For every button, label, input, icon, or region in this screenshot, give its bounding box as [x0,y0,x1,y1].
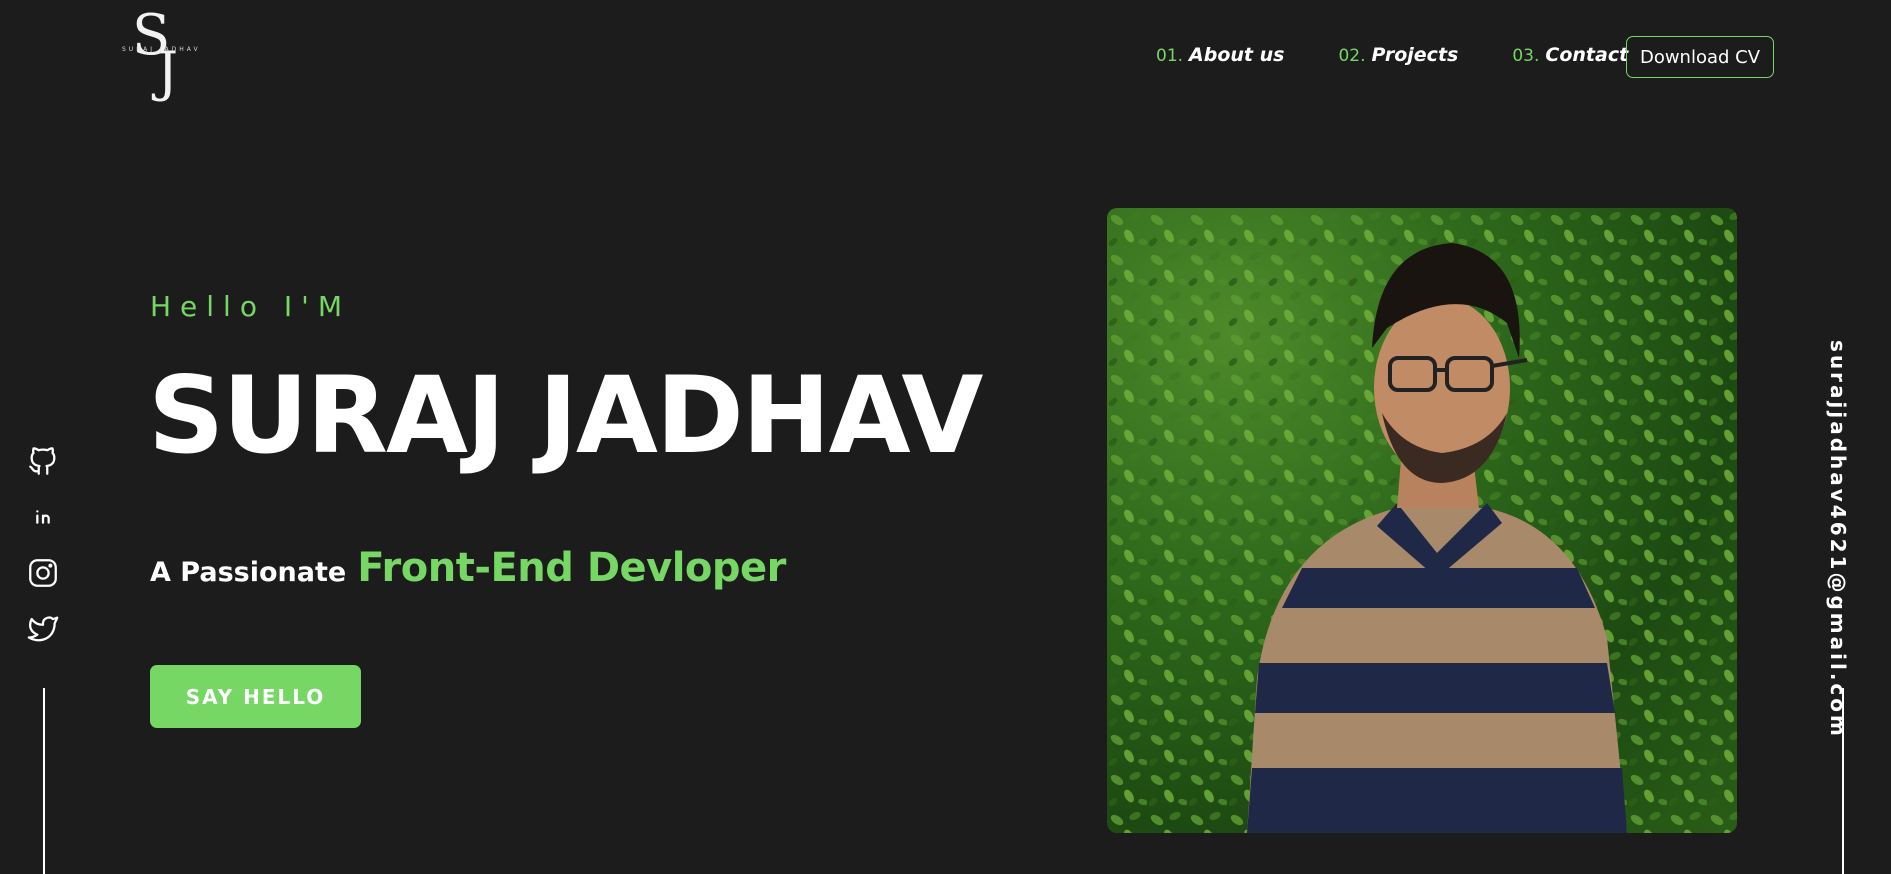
right-divider-line [1842,688,1844,874]
nav-item-number: 02. [1338,46,1366,66]
tagline-role: Front-End Devloper [357,545,786,591]
nav-item-number: 01. [1156,46,1184,66]
nav-item-about[interactable]: 01. About us [1156,44,1284,66]
nav-item-number: 03. [1512,46,1540,66]
left-divider-line [43,688,45,874]
hero-greeting: Hello I'M [150,290,351,323]
nav-item-projects[interactable]: 02. Projects [1338,44,1458,66]
twitter-icon[interactable] [26,612,60,646]
nav-item-label: About us [1189,44,1285,66]
logo-monogram: SJ [132,3,177,103]
say-hello-button[interactable]: SAY HELLO [150,665,361,728]
download-cv-button[interactable]: Download CV [1626,36,1774,78]
hero-tagline: A Passionate Front-End Devloper [150,545,786,591]
contact-email[interactable]: surajjadhav4621@gmail.com [1826,340,1850,739]
social-links [26,444,62,668]
github-icon[interactable] [26,444,60,478]
site-logo[interactable]: SJ SURAJ JADHAV [118,8,208,104]
hero-name: SURAJ JADHAV [148,354,983,477]
logo-tagline: SURAJ JADHAV [122,46,201,53]
tagline-prefix: A Passionate [150,557,347,588]
nav-item-label: Projects [1371,44,1459,66]
instagram-icon[interactable] [26,556,60,590]
linkedin-icon[interactable] [26,500,60,534]
nav-item-contact[interactable]: 03. Contact [1512,44,1628,66]
main-nav: 01. About us 02. Projects 03. Contact [1156,44,1682,66]
nav-item-label: Contact [1545,44,1629,66]
profile-photo [1107,208,1737,833]
